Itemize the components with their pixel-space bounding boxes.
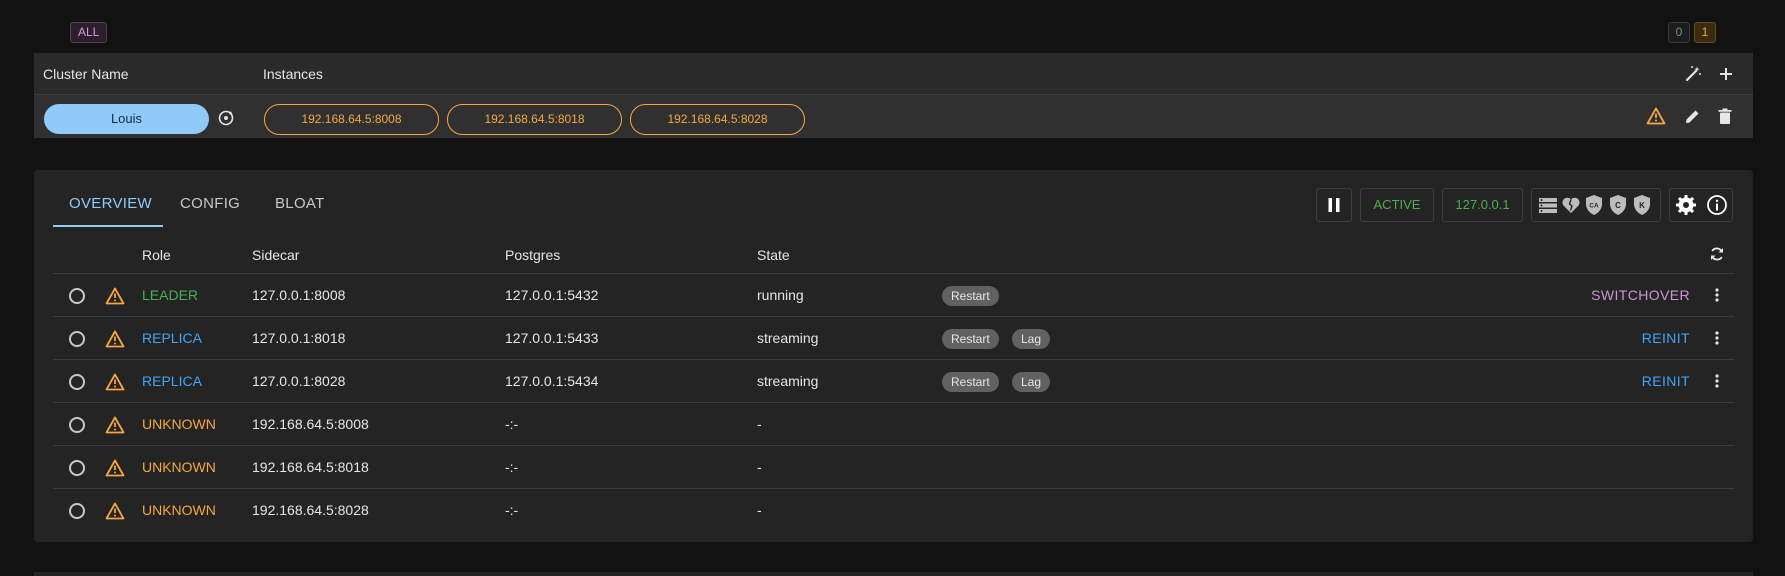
cert-status-group: CA C K <box>1531 188 1661 222</box>
count-chip-one[interactable]: 1 <box>1694 22 1716 43</box>
member-select-radio[interactable] <box>69 417 85 433</box>
cluster-row: Louis 192.168.64.5:8008 192.168.64.5:801… <box>34 95 1753 138</box>
cluster-name-header: Cluster Name <box>43 66 129 82</box>
settings-info-group <box>1669 188 1733 222</box>
member-sidecar: 127.0.0.1:8008 <box>252 287 346 303</box>
tab-indicator <box>53 225 163 227</box>
switchover-button[interactable]: SWITCHOVER <box>1591 287 1690 303</box>
member-select-radio[interactable] <box>69 288 85 304</box>
svg-text:CA: CA <box>1589 203 1599 210</box>
info-icon[interactable] <box>1706 194 1728 216</box>
cluster-name-pill[interactable]: Louis <box>44 104 209 134</box>
restart-chip[interactable]: Restart <box>942 286 999 306</box>
member-row: UNKNOWN 192.168.64.5:8008 -:- - <box>53 403 1734 446</box>
warning-icon <box>105 373 125 391</box>
member-role: UNKNOWN <box>142 502 216 518</box>
member-row: LEADER 127.0.0.1:8008 127.0.0.1:5432 run… <box>53 274 1734 317</box>
instance-pill[interactable]: 192.168.64.5:8008 <box>264 104 439 135</box>
tab-overview[interactable]: OVERVIEW <box>69 195 152 212</box>
broken-heart-icon <box>1561 195 1581 215</box>
member-state: - <box>757 459 762 475</box>
member-role: LEADER <box>142 287 199 303</box>
member-sidecar: 127.0.0.1:8028 <box>252 373 346 389</box>
warning-icon <box>105 330 125 348</box>
cluster-table: Cluster Name Instances Louis 192.168.64.… <box>34 53 1753 138</box>
member-sidecar: 192.168.64.5:8018 <box>252 459 369 475</box>
member-select-radio[interactable] <box>69 460 85 476</box>
member-role: REPLICA <box>142 373 202 389</box>
restart-chip[interactable]: Restart <box>942 329 999 349</box>
reinit-button[interactable]: REINIT <box>1642 330 1690 346</box>
member-row: REPLICA 127.0.0.1:8018 127.0.0.1:5433 st… <box>53 317 1734 360</box>
member-role: REPLICA <box>142 330 202 346</box>
member-state: - <box>757 416 762 432</box>
member-role: UNKNOWN <box>142 416 216 432</box>
member-row: REPLICA 127.0.0.1:8028 127.0.0.1:5434 st… <box>53 360 1734 403</box>
member-postgres: 127.0.0.1:5434 <box>505 373 599 389</box>
member-state: running <box>757 287 804 303</box>
sync-icon[interactable] <box>217 109 235 127</box>
members-table-header: Role Sidecar Postgres State <box>53 234 1734 274</box>
pause-button[interactable] <box>1316 188 1352 222</box>
member-row: UNKNOWN 192.168.64.5:8018 -:- - <box>53 446 1734 489</box>
member-postgres: 127.0.0.1:5432 <box>505 287 599 303</box>
member-postgres: -:- <box>505 502 519 518</box>
gear-icon[interactable] <box>1675 194 1697 216</box>
member-sidecar: 192.168.64.5:8028 <box>252 502 369 518</box>
sidecar-header: Sidecar <box>252 247 300 263</box>
reinit-button[interactable]: REINIT <box>1642 373 1690 389</box>
lag-chip[interactable]: Lag <box>1012 329 1051 349</box>
warning-icon <box>105 416 125 434</box>
c-shield-icon: C <box>1608 194 1628 216</box>
instance-pill[interactable]: 192.168.64.5:8028 <box>630 104 805 135</box>
lag-chip[interactable]: Lag <box>1012 372 1051 392</box>
state-header: State <box>757 247 790 263</box>
warning-icon <box>105 459 125 477</box>
member-postgres: -:- <box>505 416 519 432</box>
warning-icon <box>105 287 125 305</box>
edit-icon[interactable] <box>1684 108 1701 125</box>
more-vert-icon[interactable] <box>1713 287 1721 303</box>
member-select-radio[interactable] <box>69 331 85 347</box>
member-sidecar: 192.168.64.5:8008 <box>252 416 369 432</box>
svg-text:K: K <box>1639 201 1645 210</box>
all-filter-chip[interactable]: ALL <box>70 22 108 43</box>
member-state: streaming <box>757 330 819 346</box>
member-state: streaming <box>757 373 819 389</box>
member-select-radio[interactable] <box>69 503 85 519</box>
instances-header: Instances <box>263 66 323 82</box>
warning-icon <box>105 502 125 520</box>
k-shield-icon: K <box>1632 194 1652 216</box>
member-role: UNKNOWN <box>142 459 216 475</box>
server-list-icon <box>1538 195 1558 215</box>
refresh-icon[interactable] <box>1709 246 1725 262</box>
count-chip-zero[interactable]: 0 <box>1668 22 1690 43</box>
warning-icon <box>1646 107 1666 125</box>
svg-text:C: C <box>1615 201 1621 210</box>
postgres-header: Postgres <box>505 247 561 263</box>
member-state: - <box>757 502 762 518</box>
restart-chip[interactable]: Restart <box>942 372 999 392</box>
ca-shield-icon: CA <box>1584 194 1604 216</box>
member-row: UNKNOWN 192.168.64.5:8028 -:- - <box>53 489 1734 532</box>
cluster-detail-card: OVERVIEW CONFIG BLOAT ACTIVE 127.0.0.1 C… <box>34 170 1753 542</box>
member-sidecar: 127.0.0.1:8018 <box>252 330 346 346</box>
host-badge: 127.0.0.1 <box>1442 188 1523 222</box>
status-badge: ACTIVE <box>1360 188 1434 222</box>
member-postgres: -:- <box>505 459 519 475</box>
tab-bloat[interactable]: BLOAT <box>275 195 325 212</box>
more-vert-icon[interactable] <box>1713 373 1721 389</box>
member-select-radio[interactable] <box>69 374 85 390</box>
tab-config[interactable]: CONFIG <box>180 195 240 212</box>
magic-wand-icon[interactable] <box>1684 65 1702 83</box>
filter-bar: ALL 0 1 <box>0 0 1785 52</box>
add-icon[interactable] <box>1717 65 1735 83</box>
member-postgres: 127.0.0.1:5433 <box>505 330 599 346</box>
delete-icon[interactable] <box>1718 108 1732 125</box>
cluster-table-header: Cluster Name Instances <box>34 53 1753 95</box>
role-header: Role <box>142 247 171 263</box>
instance-pill[interactable]: 192.168.64.5:8018 <box>447 104 622 135</box>
next-card-edge <box>34 572 1753 576</box>
more-vert-icon[interactable] <box>1713 330 1721 346</box>
